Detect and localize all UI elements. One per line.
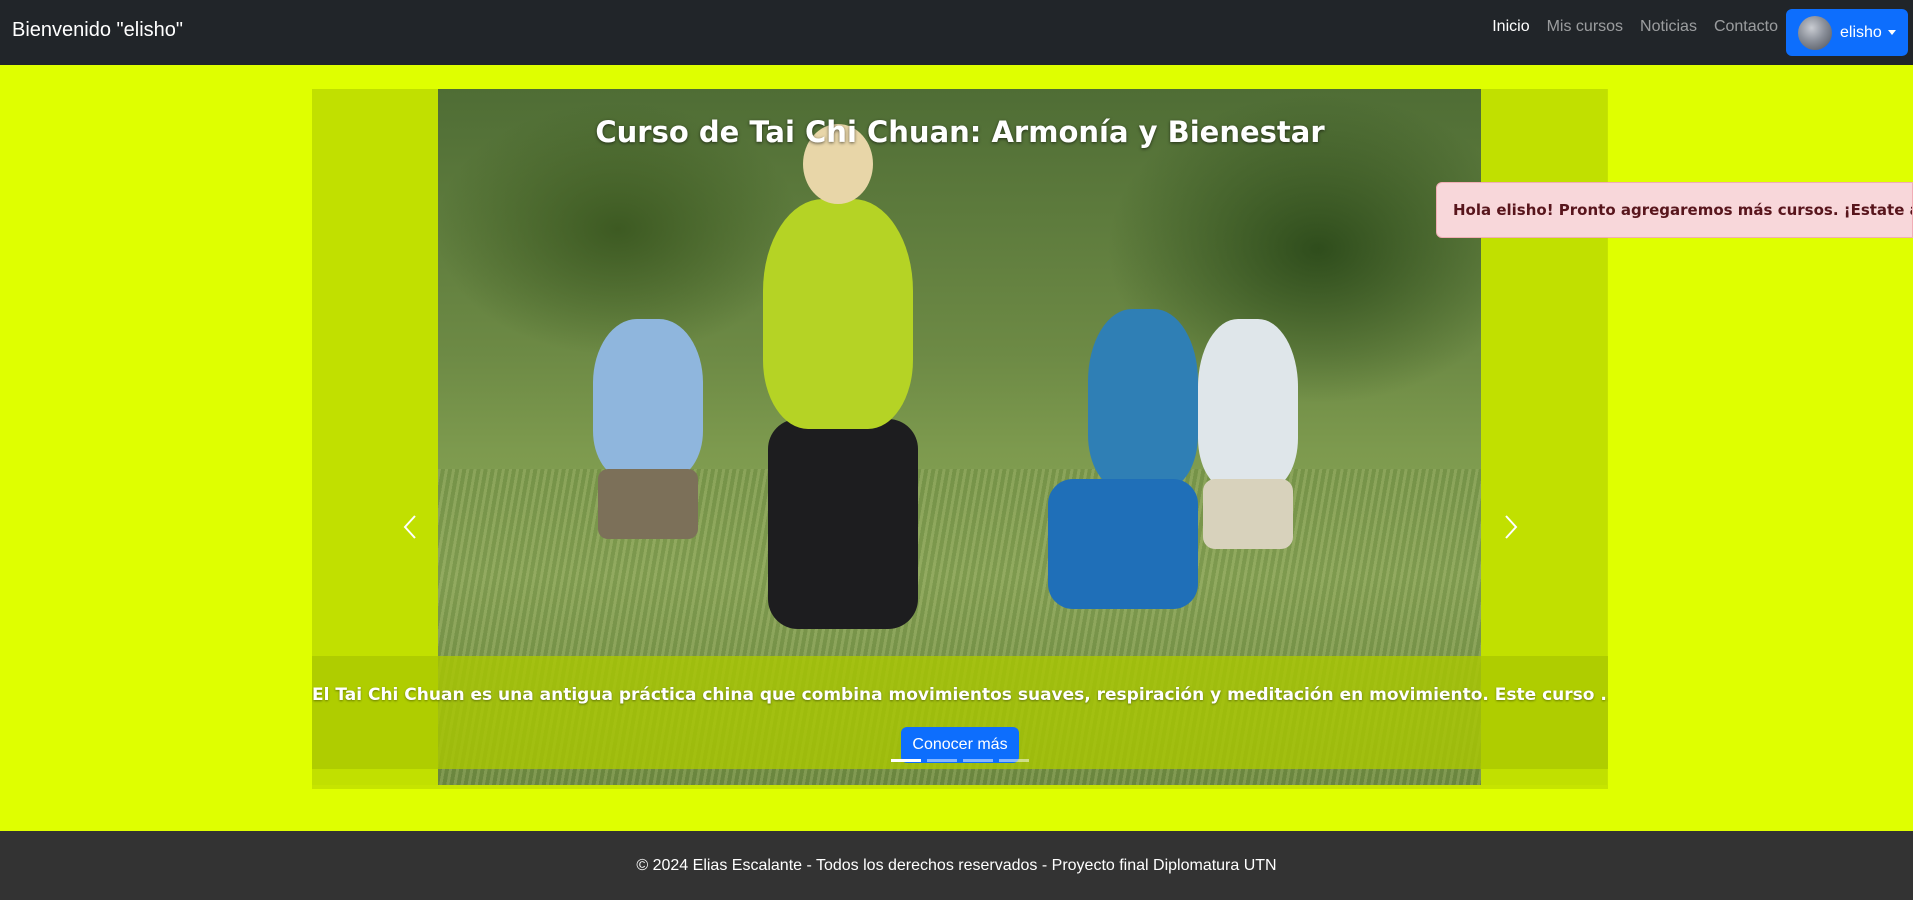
- carousel-prev-button[interactable]: [396, 512, 426, 542]
- slide-caption: El Tai Chi Chuan es una antigua práctica…: [312, 685, 1608, 705]
- carousel-indicator[interactable]: [927, 759, 957, 762]
- nav-link-noticias[interactable]: Noticias: [1640, 18, 1697, 36]
- navbar: Bienvenido "elisho" Inicio Mis cursos No…: [0, 0, 1913, 65]
- carousel-indicator[interactable]: [963, 759, 993, 762]
- conocer-mas-button[interactable]: Conocer más: [901, 727, 1019, 763]
- chevron-right-icon: [1505, 515, 1518, 539]
- figure-shape: [598, 469, 698, 539]
- toast-message: Hola elisho! Pronto agregaremos más curs…: [1453, 201, 1912, 219]
- nav-link-inicio[interactable]: Inicio: [1492, 18, 1529, 36]
- nav-link-mis-cursos[interactable]: Mis cursos: [1547, 18, 1623, 36]
- figure-shape: [768, 419, 918, 629]
- brand-link[interactable]: Bienvenido "elisho": [12, 19, 183, 42]
- carousel-next-button[interactable]: [1495, 512, 1525, 542]
- chevron-left-icon: [403, 515, 416, 539]
- user-name: elisho: [1840, 23, 1882, 41]
- notification-toast: Hola elisho! Pronto agregaremos más curs…: [1436, 182, 1913, 238]
- carousel-indicator[interactable]: [999, 759, 1029, 762]
- footer: © 2024 Elias Escalante - Todos los derec…: [0, 831, 1913, 900]
- caret-down-icon: [1887, 30, 1896, 35]
- figure-shape: [1088, 309, 1198, 489]
- carousel-indicator[interactable]: [891, 759, 921, 762]
- slide-title: Curso de Tai Chi Chuan: Armonía y Bienes…: [595, 115, 1325, 149]
- footer-text: © 2024 Elias Escalante - Todos los derec…: [636, 856, 1277, 874]
- figure-shape: [1203, 479, 1293, 549]
- figure-shape: [1048, 479, 1198, 609]
- figure-shape: [1198, 319, 1298, 489]
- course-carousel: Curso de Tai Chi Chuan: Armonía y Bienes…: [312, 89, 1608, 789]
- nav-links: Inicio Mis cursos Noticias Contacto: [1492, 18, 1778, 36]
- nav-link-contacto[interactable]: Contacto: [1714, 18, 1778, 36]
- figure-shape: [763, 199, 913, 429]
- avatar: [1798, 15, 1832, 50]
- user-menu-button[interactable]: elisho: [1786, 9, 1908, 56]
- figure-shape: [593, 319, 703, 479]
- carousel-indicators: [891, 759, 1029, 762]
